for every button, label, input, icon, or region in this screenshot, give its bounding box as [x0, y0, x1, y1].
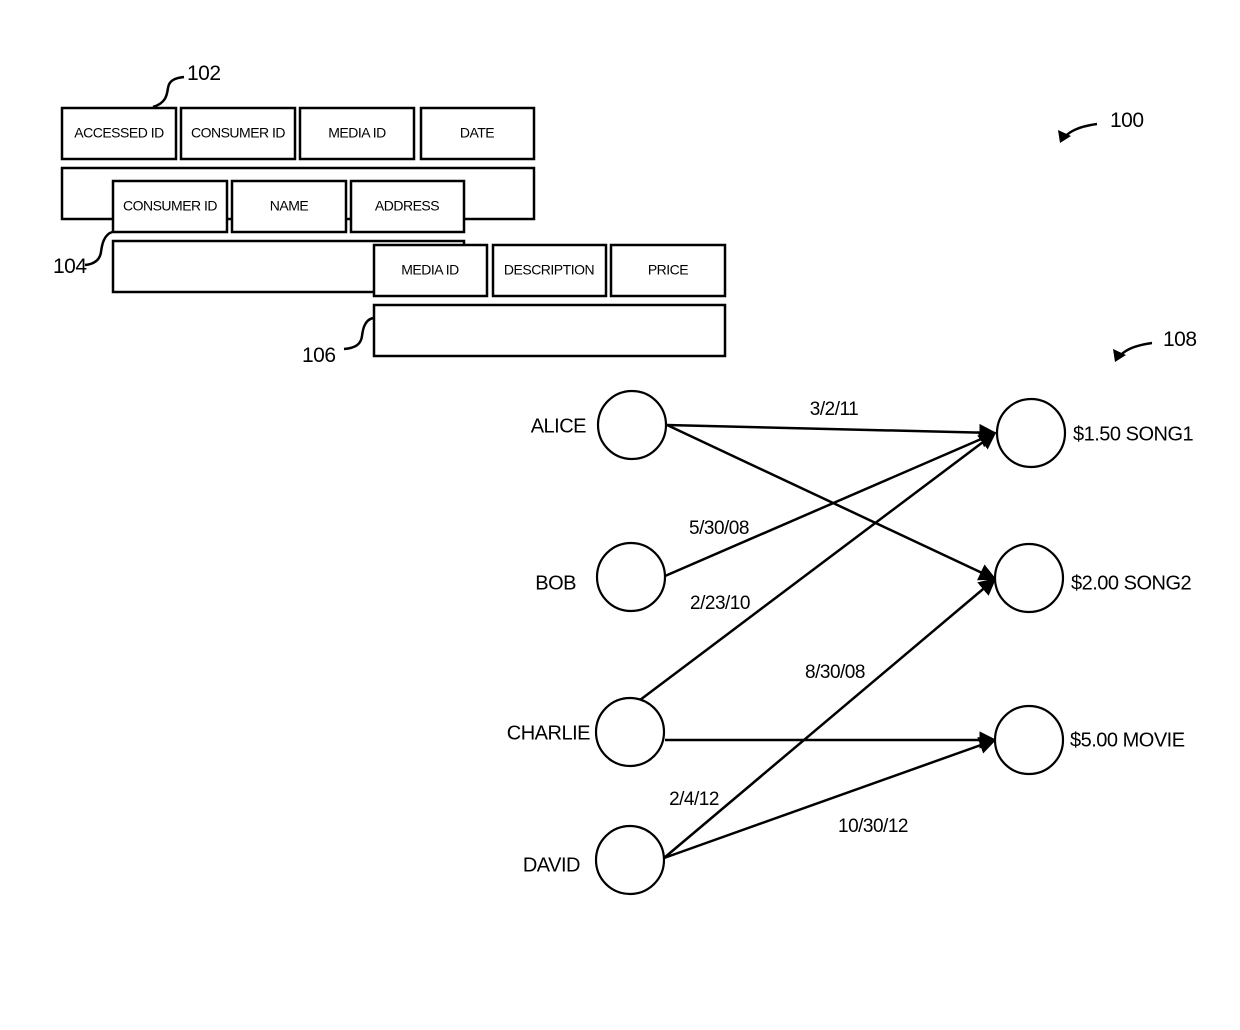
- svg-text:$5.00 MOVIE: $5.00 MOVIE: [1070, 729, 1185, 751]
- svg-text:CHARLIE: CHARLIE: [507, 722, 590, 744]
- svg-text:DESCRIPTION: DESCRIPTION: [504, 262, 594, 278]
- patent-figure: 100 108 102 ACCESSED ID CONSUMER ID MEDI…: [53, 62, 1197, 896]
- svg-text:$2.00 SONG2: $2.00 SONG2: [1071, 572, 1192, 594]
- svg-text:CONSUMER ID: CONSUMER ID: [191, 125, 285, 141]
- table-header-cell: CONSUMER ID: [179, 106, 297, 161]
- edge-david-song2: [663, 577, 997, 859]
- svg-text:BOB: BOB: [535, 572, 576, 594]
- table-header-cell: NAME: [230, 179, 348, 234]
- table-header-cell: MEDIA ID: [298, 106, 416, 161]
- ref-100: 100: [1058, 109, 1144, 143]
- table-header-cell: DATE: [419, 106, 536, 161]
- ref-label-100: 100: [1110, 109, 1144, 132]
- consumer-node: CHARLIE: [507, 696, 666, 768]
- svg-text:MEDIA ID: MEDIA ID: [401, 262, 459, 278]
- svg-text:$1.50 SONG1: $1.50 SONG1: [1073, 423, 1194, 445]
- edge-label: 2/23/10: [690, 593, 750, 614]
- table-row: [372, 303, 727, 358]
- svg-text:ADDRESS: ADDRESS: [375, 198, 439, 214]
- svg-text:CONSUMER ID: CONSUMER ID: [123, 198, 217, 214]
- table-header-cell: CONSUMER ID: [111, 179, 229, 234]
- svg-text:PRICE: PRICE: [648, 262, 688, 278]
- svg-text:ALICE: ALICE: [531, 415, 586, 437]
- table-header-cell: MEDIA ID: [372, 243, 489, 298]
- consumer-node: ALICE: [531, 389, 668, 461]
- edge-alice-song1: [666, 423, 997, 442]
- table-header-cell: ACCESSED ID: [60, 106, 178, 161]
- media-node: $1.50 SONG1: [995, 397, 1194, 469]
- edge-label: 8/30/08: [805, 662, 865, 683]
- svg-text:NAME: NAME: [270, 198, 309, 214]
- ref-108: 108: [1113, 328, 1197, 362]
- svg-text:ACCESSED ID: ACCESSED ID: [74, 125, 164, 141]
- svg-text:DAVID: DAVID: [523, 854, 580, 876]
- ref-label-104: 104: [53, 255, 87, 278]
- consumer-node: DAVID: [523, 824, 666, 896]
- edge-label: 10/30/12: [838, 816, 908, 837]
- edge-label: 2/4/12: [669, 789, 719, 810]
- edge-label: 5/30/08: [689, 518, 749, 539]
- media-node: $5.00 MOVIE: [993, 704, 1185, 776]
- ref-label-102: 102: [187, 62, 221, 85]
- edge-charlie-song1: [639, 431, 997, 701]
- media-node: $2.00 SONG2: [993, 542, 1192, 614]
- consumer-node: BOB: [535, 541, 667, 613]
- svg-text:DATE: DATE: [460, 125, 494, 141]
- table-header-cell: PRICE: [609, 243, 727, 298]
- edge-label: 3/2/11: [810, 399, 858, 420]
- table-header-cell: ADDRESS: [349, 179, 466, 234]
- ref-label-108: 108: [1163, 328, 1197, 351]
- table-header-cell: DESCRIPTION: [491, 243, 608, 298]
- ref-label-106: 106: [302, 344, 336, 367]
- svg-text:MEDIA ID: MEDIA ID: [328, 125, 386, 141]
